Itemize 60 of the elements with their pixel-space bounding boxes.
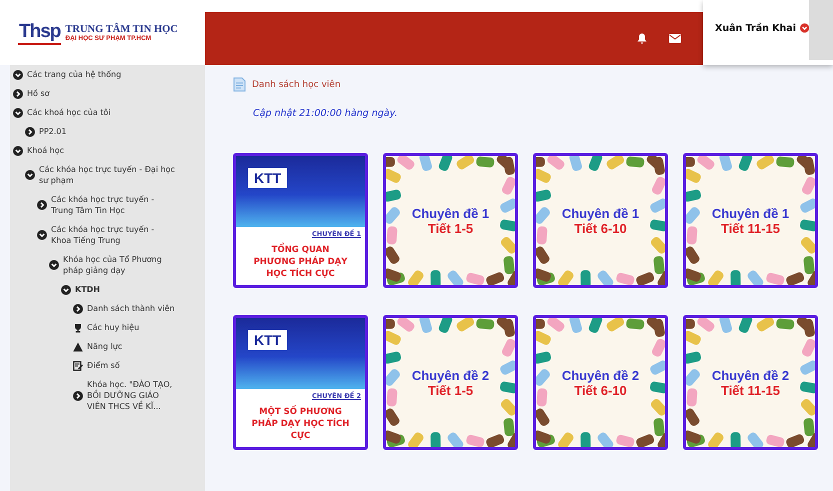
sidebar-item[interactable]: Các khóa học trực tuyến - Đại học sư phạm [39, 164, 175, 186]
sidebar-item[interactable]: KTDH [75, 284, 100, 295]
logo-text: KTT [248, 168, 288, 188]
grades-icon [73, 360, 83, 370]
tile-title: MỘT SỐ PHƯƠNG PHÁP DẠY HỌC TÍCH CỰC [250, 406, 350, 442]
tile-period: Tiết 6-10 [574, 382, 627, 398]
chevron-down-icon[interactable] [25, 170, 35, 180]
tile-topic: Chuyên đề 2 [712, 368, 790, 382]
update-note: Cập nhật 21:00:00 hàng ngày. [253, 108, 398, 119]
bell-icon[interactable] [637, 33, 647, 44]
student-list-link[interactable]: Danh sách học viên [252, 80, 341, 90]
course-tile[interactable]: Chuyên đề 1 Tiết 11-15 [683, 153, 818, 288]
chevron-right-icon[interactable] [73, 304, 83, 314]
triangle-icon [73, 342, 83, 352]
sidebar-item[interactable]: Khóa học của Tổ Phương pháp giảng dạy [63, 254, 175, 276]
chevron-down-icon[interactable] [37, 230, 47, 240]
logo-mark: Thsp [18, 20, 62, 44]
course-tile[interactable]: Chuyên đề 2 Tiết 1-5 [383, 315, 518, 450]
course-tile[interactable]: Chuyên đề 2 Tiết 6-10 [533, 315, 668, 450]
tile-topic: Chuyên đề 1 [712, 206, 790, 220]
sidebar-item[interactable]: Các khóa học trực tuyến - Khoa Tiếng Trung [51, 224, 175, 246]
sidebar-item[interactable]: Các huy hiệu [87, 322, 140, 333]
tile-topic: Chuyên đề 1 [562, 206, 640, 220]
chevron-right-icon[interactable] [73, 390, 83, 400]
document-icon [233, 77, 246, 92]
tile-topic: Chuyên đề 2 [412, 368, 490, 382]
sidebar-item[interactable]: Các trang của hệ thống [27, 69, 122, 80]
chevron-right-icon[interactable] [13, 88, 23, 98]
sidebar-item[interactable]: Các khóa học trực tuyến - Trung Tâm Tin Học [51, 194, 175, 216]
chevron-down-icon[interactable] [49, 260, 59, 270]
tile-period: Tiết 1-5 [428, 220, 474, 236]
course-tile[interactable]: Chuyên đề 1 Tiết 1-5 [383, 153, 518, 288]
sidebar-item[interactable]: Hồ sơ [27, 88, 50, 99]
chevron-down-icon[interactable] [61, 284, 71, 294]
tile-period: Tiết 6-10 [574, 220, 627, 236]
sidebar-item[interactable]: Danh sách thành viên [87, 303, 175, 314]
chevron-down-icon[interactable] [13, 70, 23, 80]
tile-period: Tiết 11-15 [720, 220, 780, 236]
tile-topic: Chuyên đề 2 [562, 368, 640, 382]
tile-title: TỔNG QUAN PHƯƠNG PHÁP DẠY HỌC TÍCH CỰC [250, 244, 351, 280]
tile-topic: Chuyên đề 1 [412, 206, 490, 220]
mail-icon[interactable] [669, 34, 681, 43]
sidebar-item[interactable]: Khóa học. "ĐÀO TẠO, BỒI DƯỠNG GIÁO VIÊN THCS VỀ KĨ... [87, 379, 175, 412]
sidebar-item[interactable]: Khoá học [27, 145, 64, 156]
sidebar-item[interactable]: Các khoá học của tôi [27, 107, 111, 118]
tile-period: Tiết 1-5 [428, 382, 474, 398]
chevron-down-icon[interactable] [13, 146, 23, 156]
course-tile[interactable]: Chuyên đề 2 Tiết 11-15 [683, 315, 818, 450]
sidebar-item[interactable]: Điểm số [87, 360, 120, 371]
course-tile[interactable]: Chuyên đề 1 Tiết 6-10 [533, 153, 668, 288]
tile-period: Tiết 11-15 [720, 382, 780, 398]
sidebar-item[interactable]: PP2.01 [39, 126, 66, 137]
sidebar-item[interactable]: Năng lực [87, 341, 122, 352]
logo-text: KTT [248, 330, 288, 350]
logo-title: TRUNG TÂM TIN HỌC [65, 24, 178, 34]
chevron-right-icon[interactable] [37, 200, 47, 210]
trophy-icon [73, 322, 83, 332]
chevron-right-icon[interactable] [25, 126, 35, 136]
user-name[interactable]: Xuân Trần Khai [715, 23, 796, 34]
chevron-down-icon[interactable] [13, 108, 23, 118]
